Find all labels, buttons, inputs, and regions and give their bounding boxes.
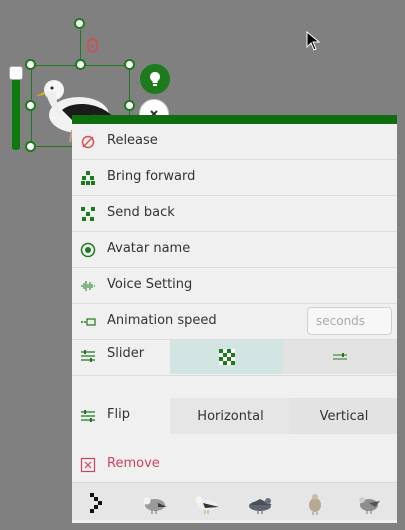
bring-forward-icon — [81, 171, 95, 185]
resize-handle-left[interactable] — [25, 100, 36, 111]
remove-icon — [80, 457, 96, 473]
lightbulb-icon — [150, 72, 160, 86]
send-back-icon — [81, 207, 95, 221]
avatar-strip — [72, 482, 397, 520]
avatar-icon — [80, 242, 96, 258]
menu-item-label: Release — [107, 133, 158, 148]
resize-handle-bottom-left[interactable] — [25, 141, 36, 152]
avatar-thumb-seagull-3[interactable] — [246, 491, 274, 515]
menu-item-remove[interactable]: Remove — [72, 447, 397, 483]
menu-item-animation-speed: Animation speed — [72, 304, 397, 340]
menu-item-label: Voice Setting — [107, 277, 193, 292]
vertical-slider-knob[interactable] — [9, 66, 23, 80]
resize-handle-top-right[interactable] — [124, 59, 135, 70]
resize-handle-top[interactable] — [75, 59, 86, 70]
menu-item-label: Send back — [107, 205, 175, 220]
slider-option-lines[interactable] — [283, 340, 397, 374]
avatar-thumb-seagull-1[interactable] — [140, 491, 168, 515]
checkerboard-icon — [218, 349, 235, 365]
resize-handle-top-left[interactable] — [25, 59, 36, 70]
menu-item-flip: Flip Horizontal Vertical — [72, 398, 397, 434]
context-menu: Release Bring forward Send back Avatar n… — [72, 115, 397, 523]
menu-item-label: Avatar name — [107, 241, 191, 256]
animation-speed-input[interactable] — [307, 307, 392, 335]
voice-wave-icon — [81, 281, 95, 291]
menu-item-label: Slider — [107, 346, 145, 361]
flip-icon — [81, 410, 95, 422]
menu-item-avatar-name[interactable]: Avatar name — [72, 232, 397, 268]
flip-vertical-label: Vertical — [319, 408, 369, 424]
menu-item-label: Animation speed — [107, 313, 217, 328]
flip-horizontal-button[interactable]: Horizontal — [170, 398, 291, 434]
avatar-thumb-seagull-5[interactable] — [355, 491, 383, 515]
lightbulb-button[interactable] — [140, 64, 170, 94]
release-icon — [81, 135, 95, 149]
resize-handle-right[interactable] — [124, 100, 135, 111]
menu-item-voice-setting[interactable]: Voice Setting — [72, 268, 397, 304]
mouse-cursor-icon — [306, 31, 320, 51]
menu-item-slider: Slider — [72, 340, 397, 376]
menu-item-release[interactable]: Release — [72, 124, 397, 160]
slider-icon — [81, 350, 95, 362]
avatar-thumb-seagull-2[interactable] — [193, 491, 221, 515]
pixel-arrow-icon[interactable] — [88, 491, 116, 515]
slider-lines-icon — [333, 353, 347, 360]
avatar-thumb-seagull-4[interactable] — [301, 491, 329, 515]
rotation-handle[interactable] — [74, 18, 85, 29]
menu-item-label: Remove — [107, 456, 160, 471]
speed-icon — [81, 318, 96, 326]
menu-item-bring-forward[interactable]: Bring forward — [72, 160, 397, 196]
lock-icon[interactable] — [86, 38, 99, 53]
menu-item-label: Bring forward — [107, 169, 196, 184]
slider-option-checker[interactable] — [170, 340, 283, 374]
menu-item-send-back[interactable]: Send back — [72, 196, 397, 232]
flip-vertical-button[interactable]: Vertical — [291, 398, 397, 434]
flip-horizontal-label: Horizontal — [197, 408, 264, 424]
menu-item-label: Flip — [107, 407, 130, 422]
vertical-slider-track[interactable] — [12, 70, 20, 150]
